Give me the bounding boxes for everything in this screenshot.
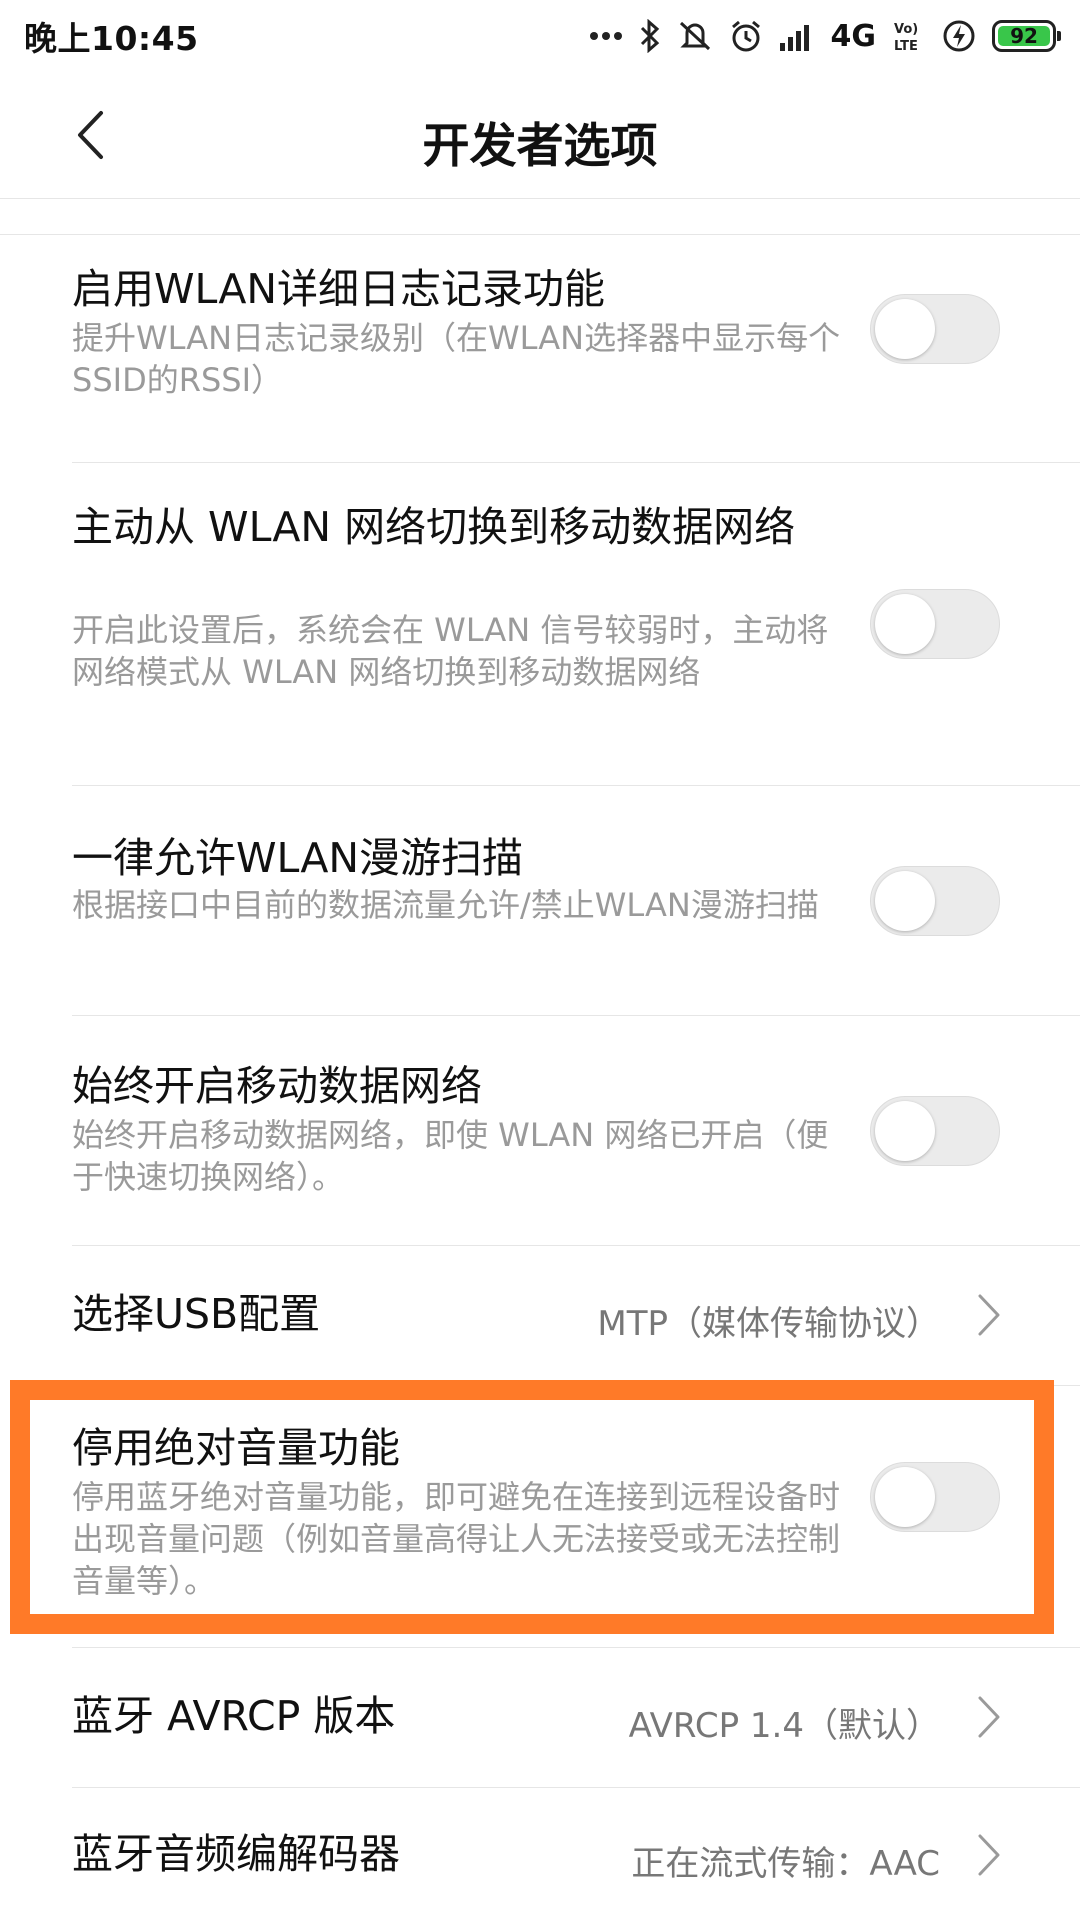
setting-usb-config[interactable]: 选择USB配置 MTP（媒体传输协议） [0, 1246, 1080, 1386]
setting-title: 一律允许WLAN漫游扫描 [72, 834, 524, 882]
mute-icon [677, 19, 713, 53]
battery-icon: 92 [992, 20, 1061, 52]
setting-title: 停用绝对音量功能 [72, 1424, 400, 1472]
toggle-knob [875, 1101, 935, 1161]
alarm-icon [729, 19, 763, 53]
setting-subtitle: 始终开启移动数据网络，即使 WLAN 网络已开启（便于快速切换网络）。 [72, 1116, 829, 1196]
setting-value: MTP（媒体传输协议） [597, 1304, 940, 1344]
setting-value: 正在流式传输：AAC [631, 1844, 940, 1884]
bluetooth-icon [639, 19, 661, 53]
status-time: 晚上10:45 [24, 19, 199, 58]
network-type: 4G [830, 18, 877, 54]
chevron-right-icon [978, 1834, 1000, 1876]
status-icons: 4G Vo) LTE 92 [589, 18, 1061, 54]
setting-wlan-verbose-logging[interactable]: 启用WLAN详细日志记录功能 提升WLAN日志记录级别（在WLAN选择器中显示每… [0, 235, 1080, 463]
volte-icon: Vo) LTE [892, 19, 926, 53]
toggle-switch[interactable] [870, 294, 1000, 364]
toggle-knob [875, 594, 935, 654]
chevron-right-icon [978, 1294, 1000, 1336]
toggle-knob [875, 299, 935, 359]
more-dots-icon [589, 31, 623, 41]
setting-wlan-to-mobile-handover[interactable]: 主动从 WLAN 网络切换到移动数据网络 开启此设置后，系统会在 WLAN 信号… [0, 463, 1080, 786]
svg-text:Vo): Vo) [894, 22, 918, 37]
toggle-switch[interactable] [870, 1462, 1000, 1532]
setting-bt-audio-codec[interactable]: 蓝牙音频编解码器 正在流式传输：AAC [0, 1788, 1080, 1920]
setting-subtitle: 提升WLAN日志记录级别（在WLAN选择器中显示每个SSID的RSSI） [72, 319, 841, 399]
charging-icon [942, 19, 976, 53]
svg-text:LTE: LTE [894, 39, 918, 53]
signal-icon [779, 21, 815, 51]
title-bar: 开发者选项 [0, 72, 1080, 199]
status-bar: 晚上10:45 4G Vo) LTE 92 [0, 0, 1080, 72]
toggle-switch[interactable] [870, 866, 1000, 936]
setting-subtitle: 开启此设置后，系统会在 WLAN 信号较弱时，主动将网络模式从 WLAN 网络切… [72, 611, 829, 691]
setting-title: 始终开启移动数据网络 [72, 1062, 482, 1110]
toggle-switch[interactable] [870, 1096, 1000, 1166]
setting-disable-absolute-volume[interactable]: 停用绝对音量功能 停用蓝牙绝对音量功能，即可避免在连接到远程设备时出现音量问题（… [0, 1386, 1080, 1648]
setting-title: 主动从 WLAN 网络切换到移动数据网络 [72, 503, 796, 551]
toggle-knob [875, 1467, 935, 1527]
setting-value: AVRCP 1.4（默认） [628, 1706, 940, 1746]
page-title: 开发者选项 [422, 119, 658, 174]
setting-subtitle: 停用蓝牙绝对音量功能，即可避免在连接到远程设备时出现音量问题（例如音量高得让人无… [72, 1478, 841, 1600]
chevron-right-icon [978, 1696, 1000, 1738]
setting-title: 启用WLAN详细日志记录功能 [72, 265, 606, 313]
battery-level: 92 [1010, 24, 1038, 48]
setting-wlan-roam-scan[interactable]: 一律允许WLAN漫游扫描 根据接口中目前的数据流量允许/禁止WLAN漫游扫描 [0, 786, 1080, 1016]
setting-subtitle: 根据接口中目前的数据流量允许/禁止WLAN漫游扫描 [72, 886, 819, 924]
toggle-switch[interactable] [870, 589, 1000, 659]
setting-mobile-data-always-on[interactable]: 始终开启移动数据网络 始终开启移动数据网络，即使 WLAN 网络已开启（便于快速… [0, 1016, 1080, 1246]
toggle-knob [875, 871, 935, 931]
setting-bt-avrcp-version[interactable]: 蓝牙 AVRCP 版本 AVRCP 1.4（默认） [0, 1648, 1080, 1788]
